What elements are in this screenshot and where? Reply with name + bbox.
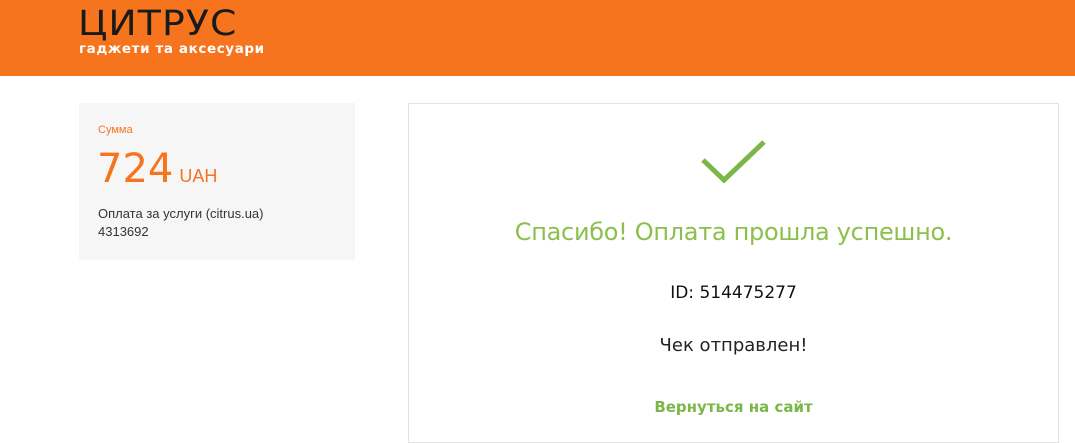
receipt-status: Чек отправлен! (659, 335, 808, 356)
citrus-logo[interactable]: ЦИТРУС гаджети та аксесуари (78, 4, 278, 60)
payment-amount: 724 UAH (97, 144, 217, 194)
logo-wordmark: ЦИТРУС (78, 4, 238, 44)
amount-currency: UAH (179, 166, 218, 186)
payment-id-value: 514475277 (699, 283, 797, 303)
payment-summary-card: Сумма 724 UAH Оплата за услуги (citrus.ua… (79, 103, 355, 260)
amount-value: 724 (97, 146, 174, 192)
payment-id: ID: 514475277 (409, 282, 1058, 304)
payment-id-label: ID: (670, 283, 695, 303)
amount-label: Сумма (98, 124, 133, 136)
success-message: Спасибо! Оплата прошла успешно. (514, 218, 953, 246)
site-header: ЦИТРУС гаджети та аксесуари (0, 0, 1075, 76)
payment-description: Оплата за услуги (citrus.ua) (98, 206, 264, 221)
logo-tagline: гаджети та аксесуари (79, 41, 265, 57)
return-to-site-link[interactable]: Вернуться на сайт (409, 397, 1058, 417)
order-number: 4313692 (98, 224, 149, 239)
checkmark-icon (701, 140, 766, 184)
payment-result-card: Спасибо! Оплата прошла успешно. ID: 5144… (408, 103, 1059, 443)
